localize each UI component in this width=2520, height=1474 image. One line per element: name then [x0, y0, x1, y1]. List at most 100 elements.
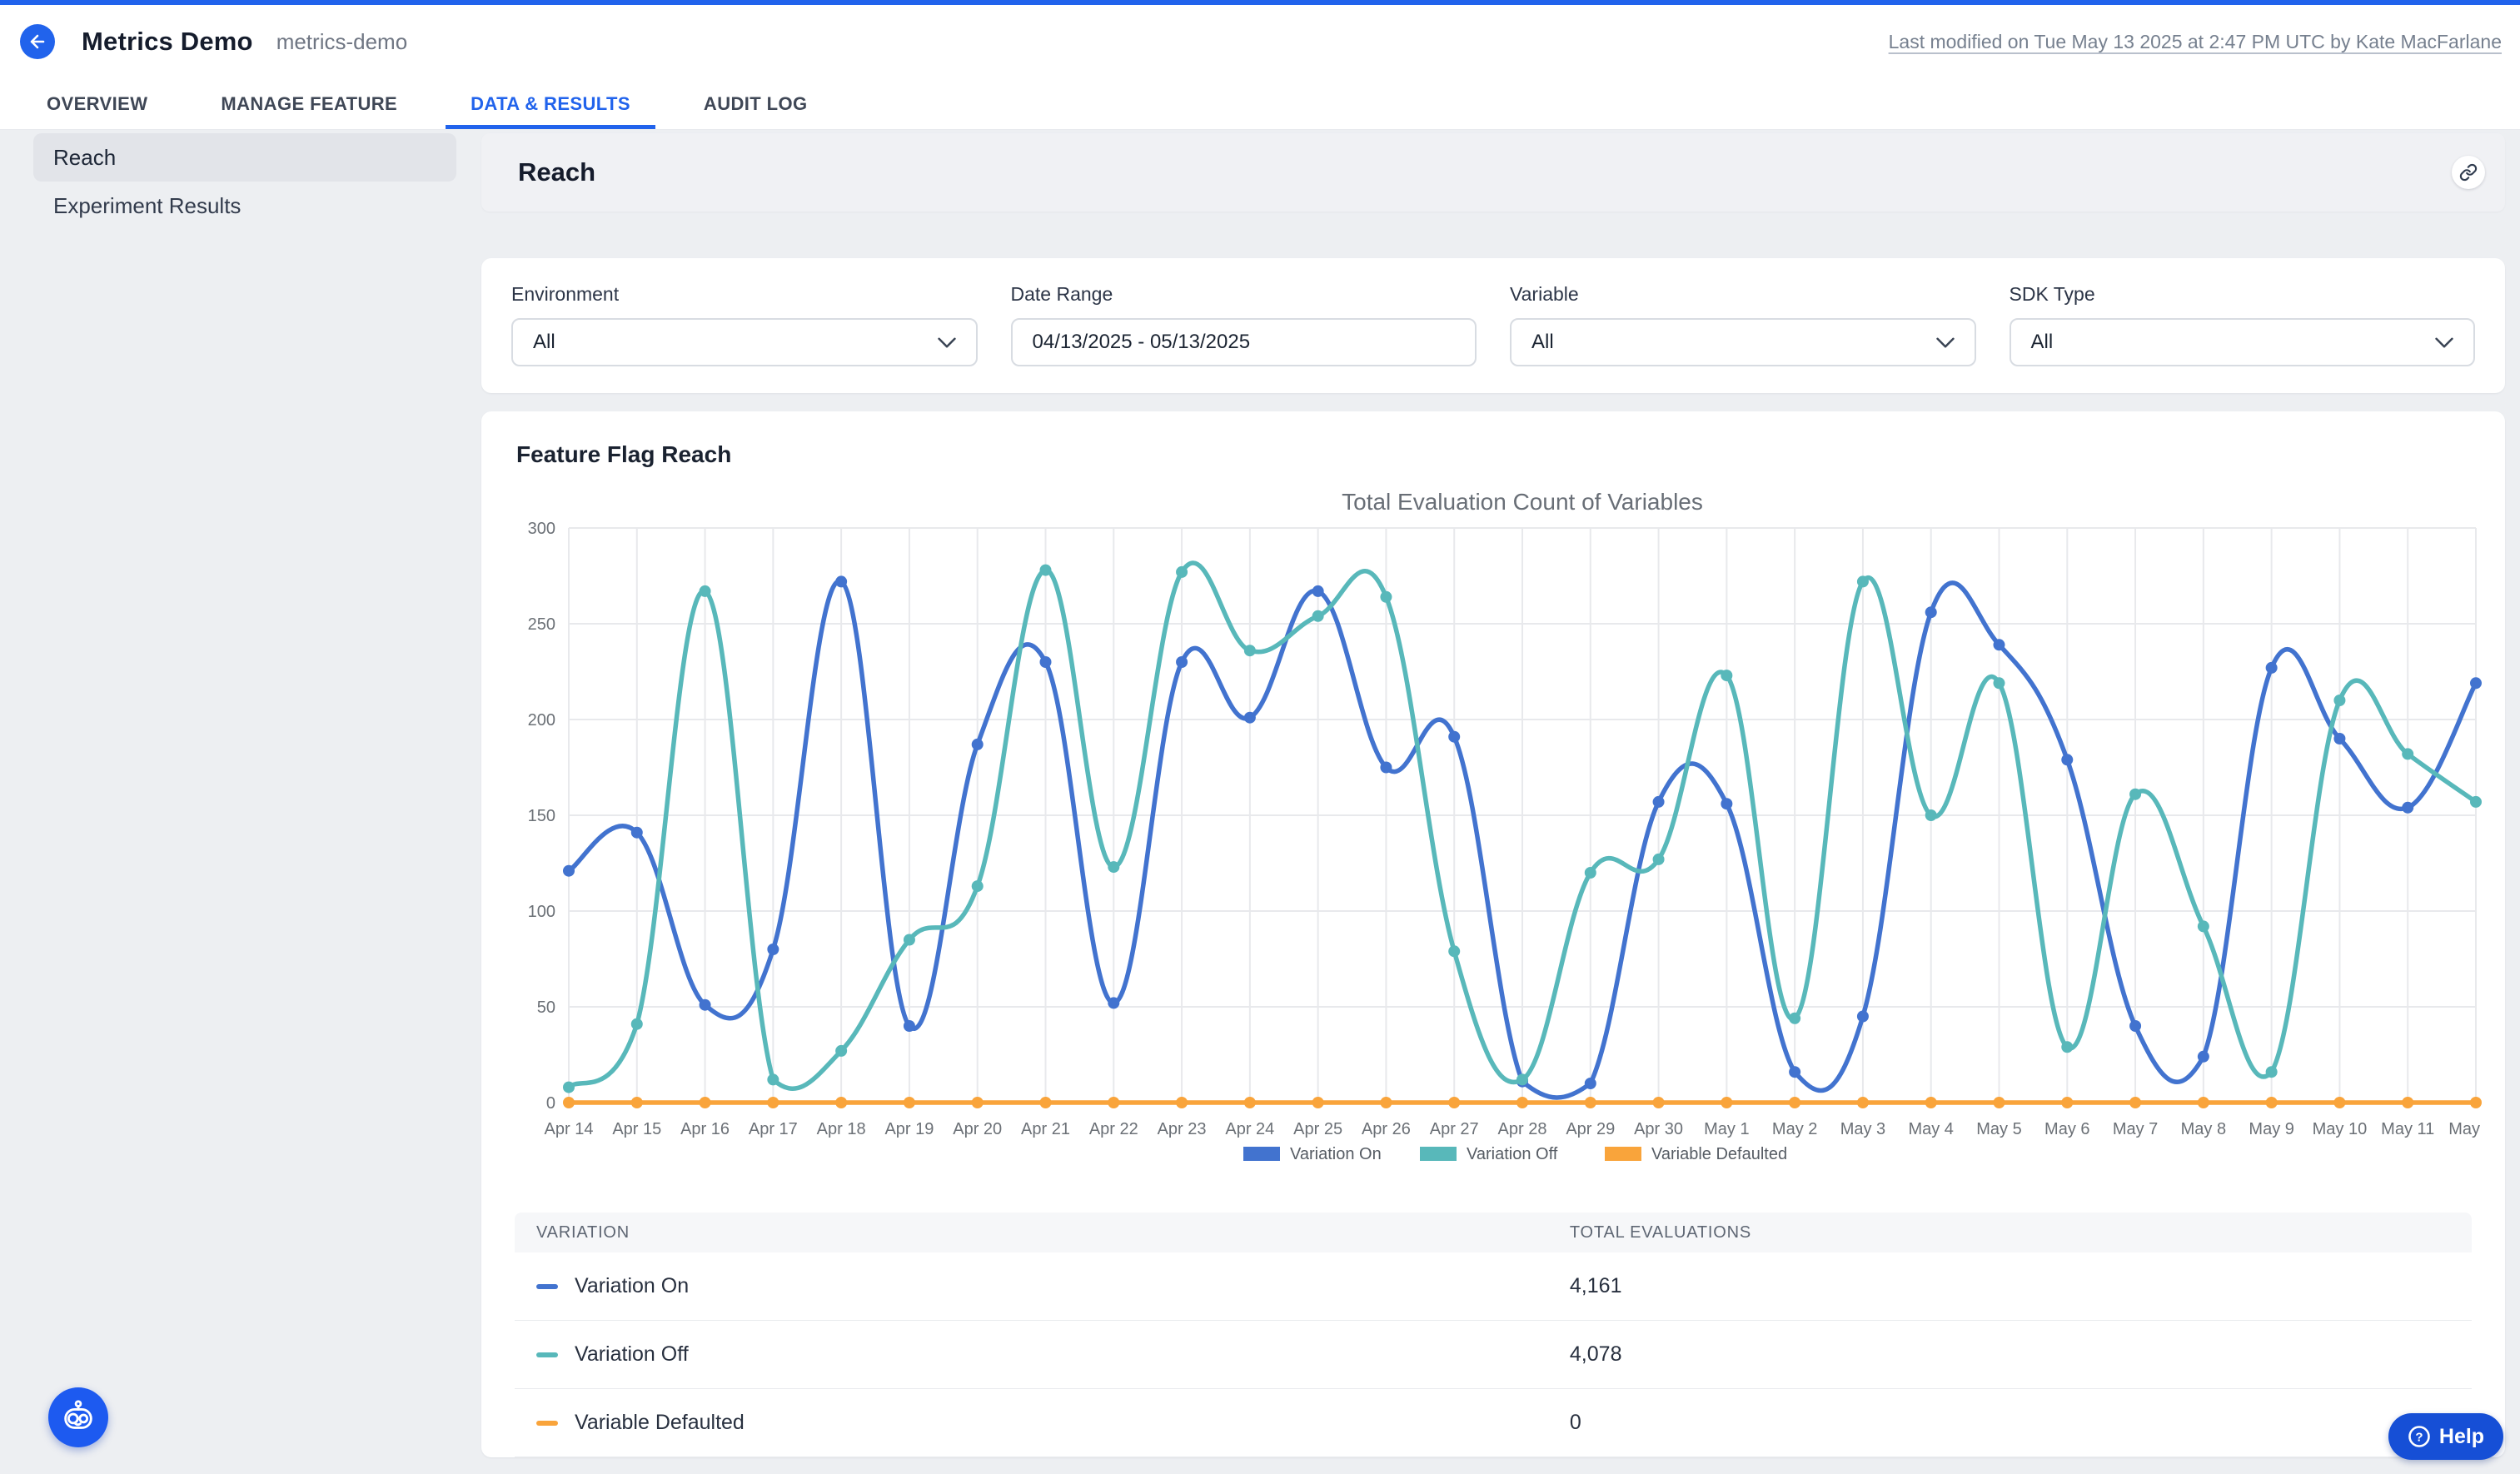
data-point — [1994, 1097, 2005, 1108]
data-point — [1516, 1073, 1528, 1085]
data-point — [1448, 731, 1460, 743]
x-axis-tick: Apr 29 — [1566, 1120, 1615, 1138]
data-point — [1244, 1097, 1256, 1108]
data-point — [1789, 1097, 1800, 1108]
column-total-evaluations: TOTAL EVALUATIONS — [1570, 1223, 2450, 1242]
data-point — [1721, 670, 1732, 681]
table-row: Variation Off4,078 — [515, 1321, 2472, 1389]
filters-card: Environment All Date Range Variable All — [481, 258, 2505, 393]
environment-filter: Environment All — [511, 283, 978, 366]
data-point — [1857, 575, 1869, 587]
data-point — [2198, 1051, 2209, 1063]
data-point — [700, 585, 711, 597]
legend-swatch — [1243, 1147, 1280, 1161]
tab-manage-feature[interactable]: MANAGE FEATURE — [196, 78, 422, 129]
variable-label: Variable — [1510, 283, 1976, 306]
arrow-left-icon — [27, 32, 47, 52]
data-point — [2061, 754, 2073, 765]
data-point — [2061, 1041, 2073, 1053]
data-point — [631, 1097, 643, 1108]
data-point — [1653, 1097, 1665, 1108]
tab-overview[interactable]: OVERVIEW — [22, 78, 172, 129]
variation-color-dash — [536, 1421, 558, 1426]
x-axis-tick: May 6 — [2044, 1120, 2089, 1138]
link-icon — [2459, 163, 2478, 182]
data-point — [1925, 606, 1937, 618]
back-button[interactable] — [20, 24, 55, 59]
app-header: Metrics Demo metrics-demo Last modified … — [0, 5, 2520, 78]
table-header: VARIATION TOTAL EVALUATIONS — [515, 1213, 2472, 1252]
x-axis-tick: Apr 14 — [545, 1120, 594, 1138]
variable-select[interactable]: All — [1510, 318, 1976, 366]
data-point — [2129, 1020, 2141, 1032]
data-point — [1721, 798, 1732, 809]
x-axis-tick: May 2 — [1772, 1120, 1817, 1138]
chevron-down-icon — [1936, 337, 1955, 348]
x-axis-tick: Apr 16 — [680, 1120, 730, 1138]
data-point — [1857, 1011, 1869, 1023]
environment-select[interactable]: All — [511, 318, 978, 366]
data-point — [1994, 639, 2005, 650]
page-slug: metrics-demo — [276, 29, 407, 55]
variable-value: All — [1531, 331, 1554, 354]
data-point — [2470, 796, 2482, 808]
data-point — [2198, 1097, 2209, 1108]
legend-label: Variation Off — [1467, 1145, 1558, 1163]
sdk-type-select[interactable]: All — [2010, 318, 2476, 366]
legend-label: Variation On — [1290, 1145, 1382, 1163]
x-axis-tick: Apr 28 — [1498, 1120, 1547, 1138]
sdk-type-label: SDK Type — [2010, 283, 2476, 306]
data-point — [1585, 1078, 1596, 1089]
y-axis-tick: 150 — [528, 807, 555, 825]
data-point — [563, 1097, 575, 1108]
sidebar-item-reach[interactable]: Reach — [33, 133, 456, 182]
data-point — [2129, 1097, 2141, 1108]
x-axis-tick: Apr 23 — [1158, 1120, 1207, 1138]
sidebar-item-experiment-results[interactable]: Experiment Results — [33, 182, 456, 230]
tab-audit-log[interactable]: AUDIT LOG — [679, 78, 833, 129]
legend-label: Variable Defaulted — [1651, 1145, 1787, 1163]
x-axis-tick: Apr 30 — [1634, 1120, 1683, 1138]
date-range-filter: Date Range — [1011, 283, 1477, 366]
sdk-type-value: All — [2031, 331, 2054, 354]
help-button[interactable]: ? Help — [2388, 1413, 2503, 1460]
x-axis-tick: Apr 17 — [749, 1120, 798, 1138]
last-modified-text: Last modified on Tue May 13 2025 at 2:47… — [1889, 31, 2502, 53]
data-point — [2198, 920, 2209, 932]
legend-swatch — [1605, 1147, 1641, 1161]
data-point — [2266, 662, 2278, 674]
chart-card: Feature Flag Reach Total Evaluation Coun… — [481, 411, 2505, 1457]
data-point — [700, 999, 711, 1011]
data-point — [2061, 1097, 2073, 1108]
table-body: Variation On4,161Variation Off4,078Varia… — [515, 1252, 2472, 1457]
data-point — [1789, 1013, 1800, 1024]
data-point — [767, 1097, 779, 1108]
chart-wrap: Total Evaluation Count of Variables05010… — [502, 481, 2484, 1189]
data-point — [1448, 945, 1460, 957]
data-point — [1040, 656, 1052, 668]
data-point — [563, 865, 575, 877]
data-point — [767, 944, 779, 955]
data-point — [1925, 809, 1937, 821]
data-point — [1312, 585, 1324, 597]
data-point — [631, 827, 643, 839]
tab-data-results[interactable]: DATA & RESULTS — [446, 78, 655, 129]
data-point — [1108, 861, 1119, 873]
date-range-control[interactable] — [1011, 318, 1477, 366]
data-point — [1380, 762, 1392, 774]
y-axis-tick: 0 — [546, 1094, 555, 1113]
data-point — [1312, 610, 1324, 622]
date-range-input[interactable] — [1033, 331, 1456, 354]
variation-total: 4,078 — [1570, 1342, 1622, 1366]
data-point — [631, 1018, 643, 1030]
x-axis-tick: Apr 26 — [1362, 1120, 1411, 1138]
variable-filter: Variable All — [1510, 283, 1976, 366]
copy-link-button[interactable] — [2452, 156, 2485, 189]
assistant-robot-button[interactable] — [48, 1387, 108, 1447]
data-point — [904, 934, 915, 946]
robot-icon — [59, 1398, 97, 1437]
x-axis-tick: May 9 — [2249, 1120, 2293, 1138]
data-point — [1380, 591, 1392, 603]
data-point — [1516, 1097, 1528, 1108]
data-point — [767, 1073, 779, 1085]
